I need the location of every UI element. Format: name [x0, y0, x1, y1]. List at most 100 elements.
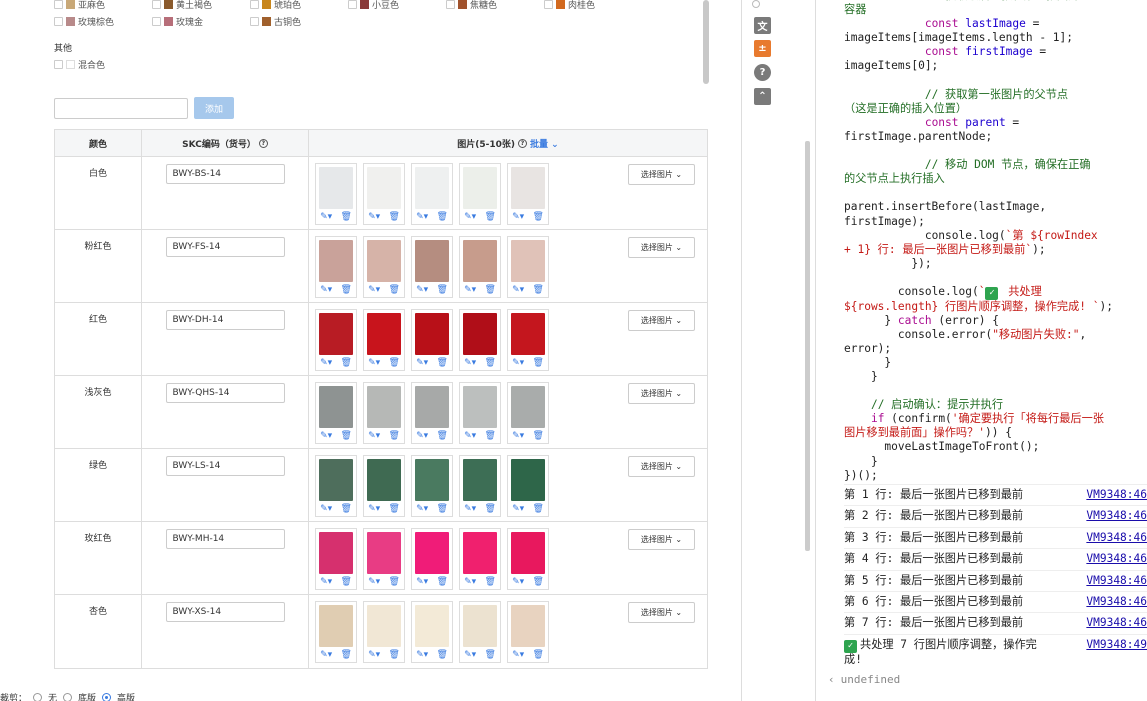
color-checkbox[interactable] [544, 0, 553, 9]
skc-input[interactable]: BWY-QHS-14 [165, 383, 285, 403]
color-checkbox[interactable] [152, 0, 161, 9]
toolbar-scrollbar[interactable] [805, 141, 810, 551]
magic-wand-icon[interactable]: ✎▾ [464, 285, 476, 295]
product-image-thumb[interactable]: ✎▾ 🗑 [363, 601, 405, 663]
product-image-thumb[interactable]: ✎▾ 🗑 [363, 382, 405, 444]
trash-icon[interactable]: 🗑 [532, 577, 543, 587]
product-image-thumb[interactable]: ✎▾ 🗑 [315, 236, 357, 298]
product-image-thumb[interactable]: ✎▾ 🗑 [459, 163, 501, 225]
product-image-thumb[interactable]: ✎▾ 🗑 [315, 455, 357, 517]
product-image-thumb[interactable]: ✎▾ 🗑 [459, 309, 501, 371]
trash-icon[interactable]: 🗑 [436, 285, 447, 295]
trash-icon[interactable]: 🗑 [436, 431, 447, 441]
select-images-button[interactable]: 选择图片 ⌄ [628, 237, 695, 258]
color-option[interactable]: 肉桂色 [544, 0, 642, 11]
select-images-button[interactable]: 选择图片 ⌄ [628, 164, 695, 185]
trash-icon[interactable]: 🗑 [340, 504, 351, 514]
product-image-thumb[interactable]: ✎▾ 🗑 [315, 163, 357, 225]
color-option[interactable]: 琥珀色 [250, 0, 348, 11]
color-checkbox[interactable] [250, 0, 259, 9]
magic-wand-icon[interactable]: ✎▾ [512, 504, 524, 514]
color-option[interactable]: 焦糖色 [446, 0, 544, 11]
select-images-button[interactable]: 选择图片 ⌄ [628, 456, 695, 477]
magic-wand-icon[interactable]: ✎▾ [320, 431, 332, 441]
trash-icon[interactable]: 🗑 [340, 431, 351, 441]
trash-icon[interactable]: 🗑 [532, 650, 543, 660]
product-image-thumb[interactable]: ✎▾ 🗑 [315, 309, 357, 371]
trash-icon[interactable]: 🗑 [436, 577, 447, 587]
custom-color-input[interactable] [54, 98, 188, 119]
color-checkbox[interactable] [446, 0, 455, 9]
trash-icon[interactable]: 🗑 [340, 358, 351, 368]
trash-icon[interactable]: 🗑 [484, 577, 495, 587]
product-image-thumb[interactable]: ✎▾ 🗑 [507, 455, 549, 517]
magic-wand-icon[interactable]: ✎▾ [512, 212, 524, 222]
select-images-button[interactable]: 选择图片 ⌄ [628, 602, 695, 623]
trash-icon[interactable]: 🗑 [388, 504, 399, 514]
color-checkbox[interactable] [54, 0, 63, 9]
magic-wand-icon[interactable]: ✎▾ [512, 358, 524, 368]
magic-wand-icon[interactable]: ✎▾ [416, 504, 428, 514]
product-image-thumb[interactable]: ✎▾ 🗑 [363, 455, 405, 517]
magic-wand-icon[interactable]: ✎▾ [512, 577, 524, 587]
trash-icon[interactable]: 🗑 [388, 577, 399, 587]
skc-input[interactable]: BWY-DH-14 [165, 310, 285, 330]
product-image-thumb[interactable]: ✎▾ 🗑 [411, 528, 453, 590]
product-image-thumb[interactable]: ✎▾ 🗑 [411, 382, 453, 444]
magic-wand-icon[interactable]: ✎▾ [368, 285, 380, 295]
color-option[interactable]: 古铜色 [250, 15, 348, 28]
magic-wand-icon[interactable]: ✎▾ [512, 650, 524, 660]
magic-wand-icon[interactable]: ✎▾ [368, 358, 380, 368]
product-image-thumb[interactable]: ✎▾ 🗑 [363, 163, 405, 225]
trash-icon[interactable]: 🗑 [484, 285, 495, 295]
magic-wand-icon[interactable]: ✎▾ [464, 650, 476, 660]
trash-icon[interactable]: 🗑 [340, 577, 351, 587]
console-source-link[interactable]: VM9348:46 [1086, 574, 1147, 588]
trash-icon[interactable]: 🗑 [388, 431, 399, 441]
mixed-color-checkbox[interactable] [54, 60, 63, 69]
help-icon[interactable]: ? [518, 138, 528, 148]
magic-wand-icon[interactable]: ✎▾ [416, 358, 428, 368]
color-option[interactable]: 玫瑰棕色 [54, 15, 152, 28]
product-image-thumb[interactable]: ✎▾ 🗑 [507, 236, 549, 298]
trash-icon[interactable]: 🗑 [436, 212, 447, 222]
trash-icon[interactable]: 🗑 [388, 650, 399, 660]
product-image-thumb[interactable]: ✎▾ 🗑 [363, 236, 405, 298]
select-images-button[interactable]: 选择图片 ⌄ [628, 383, 695, 404]
magic-wand-icon[interactable]: ✎▾ [320, 504, 332, 514]
magic-wand-icon[interactable]: ✎▾ [464, 212, 476, 222]
console-source-link[interactable]: VM9348:46 [1086, 595, 1147, 609]
product-image-thumb[interactable]: ✎▾ 🗑 [507, 382, 549, 444]
magic-wand-icon[interactable]: ✎▾ [464, 431, 476, 441]
product-image-thumb[interactable]: ✎▾ 🗑 [459, 382, 501, 444]
color-option[interactable]: 玫瑰金 [152, 15, 250, 28]
trash-icon[interactable]: 🗑 [388, 358, 399, 368]
magic-wand-icon[interactable]: ✎▾ [464, 504, 476, 514]
trash-icon[interactable]: 🗑 [340, 285, 351, 295]
trash-icon[interactable]: 🗑 [484, 431, 495, 441]
product-image-thumb[interactable]: ✎▾ 🗑 [315, 601, 357, 663]
magic-wand-icon[interactable]: ✎▾ [464, 358, 476, 368]
color-checkbox[interactable] [54, 16, 63, 26]
skc-input[interactable]: BWY-LS-14 [165, 456, 285, 476]
skc-input[interactable]: BWY-FS-14 [165, 237, 285, 257]
product-image-thumb[interactable]: ✎▾ 🗑 [507, 601, 549, 663]
product-image-thumb[interactable]: ✎▾ 🗑 [507, 163, 549, 225]
trash-icon[interactable]: 🗑 [484, 504, 495, 514]
help-icon[interactable]: ? [754, 64, 771, 81]
trash-icon[interactable]: 🗑 [484, 212, 495, 222]
magic-wand-icon[interactable]: ✎▾ [416, 212, 428, 222]
product-image-thumb[interactable]: ✎▾ 🗑 [459, 236, 501, 298]
product-image-thumb[interactable]: ✎▾ 🗑 [459, 601, 501, 663]
magic-wand-icon[interactable]: ✎▾ [368, 212, 380, 222]
magic-wand-icon[interactable]: ✎▾ [512, 285, 524, 295]
magic-wand-icon[interactable]: ✎▾ [368, 650, 380, 660]
trash-icon[interactable]: 🗑 [532, 212, 543, 222]
skc-input[interactable]: BWY-MH-14 [165, 529, 285, 549]
translate-icon[interactable]: 文 [754, 17, 771, 34]
magic-wand-icon[interactable]: ✎▾ [320, 577, 332, 587]
trash-icon[interactable]: 🗑 [436, 504, 447, 514]
form-scrollbar[interactable] [703, 0, 709, 84]
product-image-thumb[interactable]: ✎▾ 🗑 [315, 382, 357, 444]
magic-wand-icon[interactable]: ✎▾ [416, 650, 428, 660]
